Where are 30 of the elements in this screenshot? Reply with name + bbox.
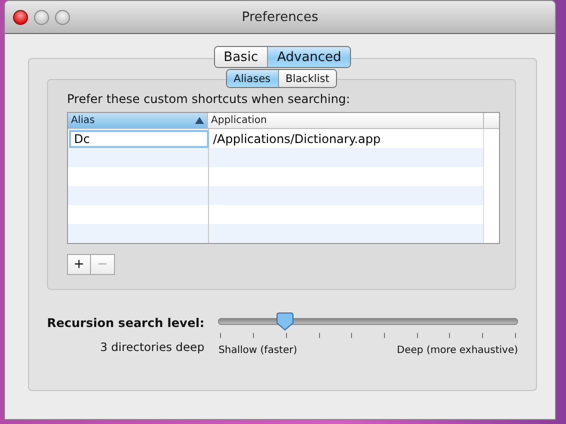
tick-mark: [384, 333, 386, 338]
tick-mark: [416, 333, 418, 338]
prompt-text: Prefer these custom shortcuts when searching:: [67, 92, 352, 106]
tick-mark: [351, 333, 352, 338]
column-header[interactable]: Alias: [68, 113, 208, 128]
table-cell-text: /Applications/Dictionary.app: [212, 132, 381, 146]
min-label: Shallow (faster): [218, 345, 298, 356]
window-title: Preferences: [242, 10, 318, 24]
sort-ascending-icon: [195, 117, 204, 124]
close-button[interactable]: [13, 10, 28, 24]
tick-mark: [482, 333, 484, 338]
tab[interactable]: Aliases: [226, 70, 278, 87]
zoom-button[interactable]: [55, 10, 70, 24]
alias-field[interactable]: Dc: [69, 130, 209, 148]
tab[interactable]: Basic: [214, 47, 268, 67]
tick-mark: [253, 333, 254, 338]
tab[interactable]: Advanced: [268, 47, 350, 67]
add-button[interactable]: +: [67, 254, 91, 275]
tick-mark: [286, 333, 287, 338]
tab[interactable]: Blacklist: [278, 70, 336, 87]
tick-mark: [449, 333, 450, 338]
minimize-button[interactable]: [34, 10, 49, 24]
tick-mark: [318, 333, 320, 338]
tick-mark: [514, 333, 516, 338]
slider-thumb[interactable]: [276, 312, 294, 331]
recursion-reading: 3 directories deep: [100, 340, 204, 354]
tick-mark: [220, 333, 222, 338]
column-header[interactable]: Application: [208, 113, 484, 128]
max-label: Deep (more exhaustive): [396, 345, 518, 356]
recursion-label: Recursion search level:: [47, 316, 204, 330]
